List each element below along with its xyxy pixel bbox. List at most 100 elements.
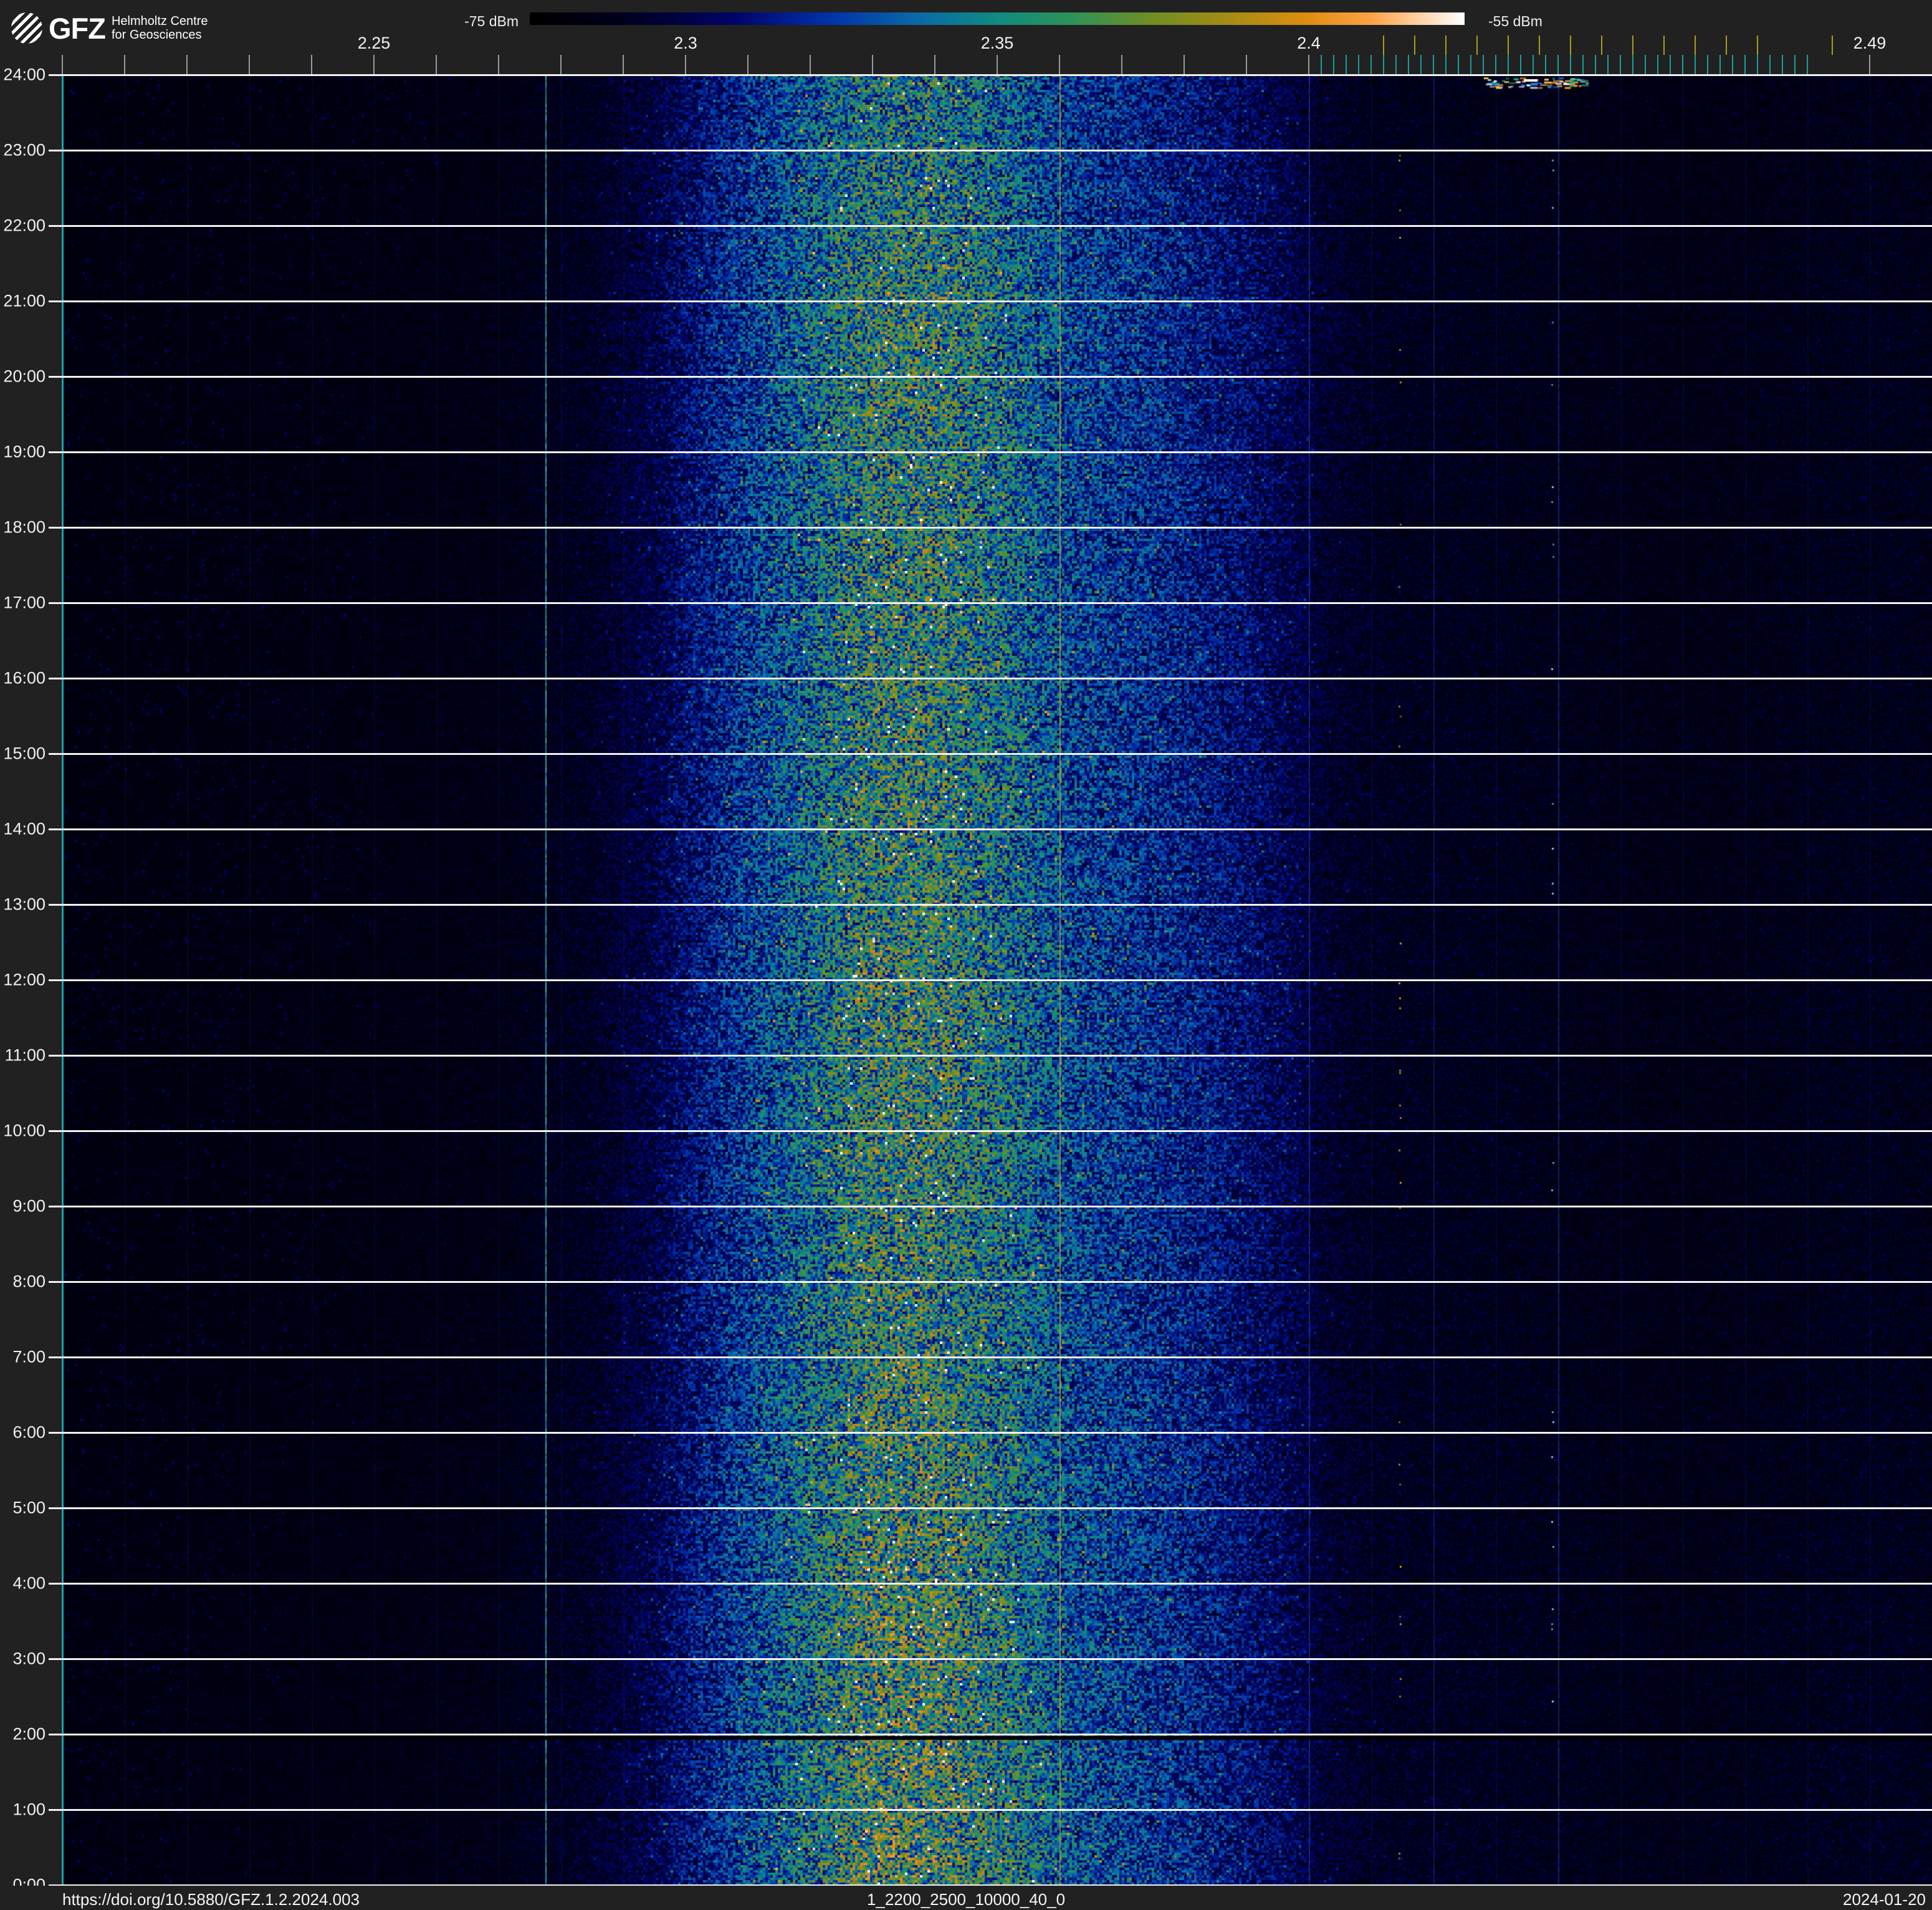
ble-channel-tick bbox=[1520, 55, 1521, 74]
freq-minor-tick bbox=[560, 55, 562, 74]
ble-channel-tick bbox=[1420, 55, 1422, 74]
hour-label: 7:00 bbox=[12, 1347, 45, 1366]
freq-minor-tick bbox=[62, 55, 63, 74]
hour-gridline bbox=[49, 678, 1932, 679]
hour-label: 1:00 bbox=[12, 1800, 45, 1819]
hour-label: 6:00 bbox=[12, 1423, 45, 1442]
hour-label: 24:00 bbox=[3, 65, 45, 84]
ble-channel-tick bbox=[1719, 55, 1721, 74]
freq-minor-tick bbox=[1184, 55, 1185, 74]
hour-gridline bbox=[49, 300, 1932, 302]
wifi-channel-tick bbox=[1539, 36, 1540, 55]
hour-label: 9:00 bbox=[12, 1196, 45, 1216]
ble-channel-tick bbox=[1358, 55, 1359, 74]
footer-filename-text: 1_2200_2500_10000_40_0 bbox=[866, 1890, 1066, 1909]
freq-minor-tick bbox=[934, 55, 935, 74]
freq-axis-label: 2.3 bbox=[674, 34, 697, 52]
power-colorbar bbox=[530, 12, 1465, 25]
ble-channel-tick bbox=[1433, 55, 1434, 74]
wifi-channel-tick bbox=[1663, 36, 1665, 55]
freq-minor-tick bbox=[685, 55, 686, 74]
hour-gridline bbox=[49, 1809, 1932, 1811]
hour-label: 2:00 bbox=[12, 1724, 45, 1744]
ble-channel-tick bbox=[1495, 55, 1496, 74]
ble-channel-tick bbox=[1607, 55, 1609, 74]
hour-gridline bbox=[49, 979, 1932, 981]
freq-minor-tick bbox=[436, 55, 437, 74]
ble-channel-tick bbox=[1807, 55, 1808, 74]
colorbar-min-label: -75 dBm bbox=[464, 13, 519, 29]
gfz-acronym: GFZ bbox=[49, 11, 106, 45]
ble-channel-tick bbox=[1657, 55, 1658, 74]
hour-gridline bbox=[49, 1583, 1932, 1585]
ble-channel-tick bbox=[1333, 55, 1334, 74]
ble-channel-tick bbox=[1682, 55, 1683, 74]
freq-minor-tick bbox=[498, 55, 499, 74]
freq-minor-tick bbox=[1246, 55, 1247, 74]
freq-minor-tick bbox=[311, 55, 312, 74]
freq-minor-tick bbox=[1121, 55, 1122, 74]
ble-channel-tick bbox=[1533, 55, 1534, 74]
wifi-channel-tick bbox=[1726, 36, 1727, 55]
hour-gridline bbox=[49, 753, 1932, 755]
freq-minor-tick bbox=[747, 55, 748, 74]
hour-label: 8:00 bbox=[12, 1272, 45, 1291]
gfz-subtitle-line1: Helmholtz Centre bbox=[111, 14, 208, 28]
hour-label: 11:00 bbox=[4, 1045, 45, 1065]
freq-axis-label: 2.25 bbox=[357, 34, 391, 52]
hour-gridline bbox=[49, 1658, 1932, 1660]
ble-channel-tick bbox=[1732, 55, 1733, 74]
ble-channel-tick bbox=[1470, 55, 1471, 74]
hour-label: 16:00 bbox=[3, 668, 45, 688]
hour-label: 19:00 bbox=[3, 442, 45, 461]
ble-channel-tick bbox=[1632, 55, 1633, 74]
hour-gridline bbox=[49, 527, 1932, 529]
ble-channel-tick bbox=[1570, 55, 1571, 74]
hour-label: 10:00 bbox=[3, 1121, 45, 1140]
ble-channel-tick bbox=[1445, 55, 1447, 74]
hour-label: 21:00 bbox=[3, 291, 45, 310]
hour-gridline bbox=[49, 376, 1932, 378]
ble-channel-tick bbox=[1370, 55, 1372, 74]
hour-gridline bbox=[49, 451, 1932, 453]
hour-label: 15:00 bbox=[3, 744, 45, 763]
freq-minor-tick bbox=[249, 55, 250, 74]
wifi-channel-tick bbox=[1414, 36, 1415, 55]
hour-label: 3:00 bbox=[12, 1649, 45, 1668]
hour-gridline bbox=[49, 74, 1932, 76]
gfz-subtitle-line2: for Geosciences bbox=[111, 28, 202, 42]
wifi-channel-tick bbox=[1757, 36, 1758, 55]
hour-gridline bbox=[49, 1432, 1932, 1434]
hour-label: 14:00 bbox=[3, 819, 45, 838]
wifi-channel-tick bbox=[1570, 36, 1571, 55]
hour-label: 5:00 bbox=[12, 1498, 45, 1517]
hour-label: 18:00 bbox=[3, 517, 45, 537]
hour-label: 23:00 bbox=[3, 140, 45, 160]
wifi-channel-tick bbox=[1832, 36, 1833, 55]
colorbar-max-label: -55 dBm bbox=[1488, 13, 1542, 29]
ble-channel-tick bbox=[1582, 55, 1584, 74]
hour-label: 13:00 bbox=[3, 895, 45, 914]
hour-label: 17:00 bbox=[3, 593, 45, 612]
ble-channel-tick bbox=[1695, 55, 1696, 74]
hour-gridline bbox=[49, 150, 1932, 151]
hour-gridline bbox=[49, 1507, 1932, 1509]
hour-gridline bbox=[49, 1356, 1932, 1358]
ble-channel-tick bbox=[1508, 55, 1509, 74]
wifi-channel-tick bbox=[1508, 36, 1509, 55]
ble-channel-tick bbox=[1620, 55, 1621, 74]
gfz-logo-icon bbox=[11, 12, 42, 44]
spectrum-monitoring-page: GFZ Helmholtz Centre for Geosciences -75… bbox=[0, 0, 1932, 1910]
wifi-channel-tick bbox=[1632, 36, 1633, 55]
ble-channel-tick bbox=[1458, 55, 1459, 74]
wifi-channel-tick bbox=[1445, 36, 1447, 55]
ble-channel-tick bbox=[1408, 55, 1409, 74]
footer-date-text: 2024-01-20 bbox=[1843, 1890, 1926, 1909]
ble-channel-tick bbox=[1794, 55, 1796, 74]
ble-channel-tick bbox=[1757, 55, 1758, 74]
hour-label: 20:00 bbox=[3, 367, 45, 386]
freq-minor-tick bbox=[186, 55, 188, 74]
ble-channel-tick bbox=[1670, 55, 1671, 74]
hour-label: 4:00 bbox=[12, 1573, 45, 1593]
hour-gridline bbox=[49, 1130, 1932, 1132]
